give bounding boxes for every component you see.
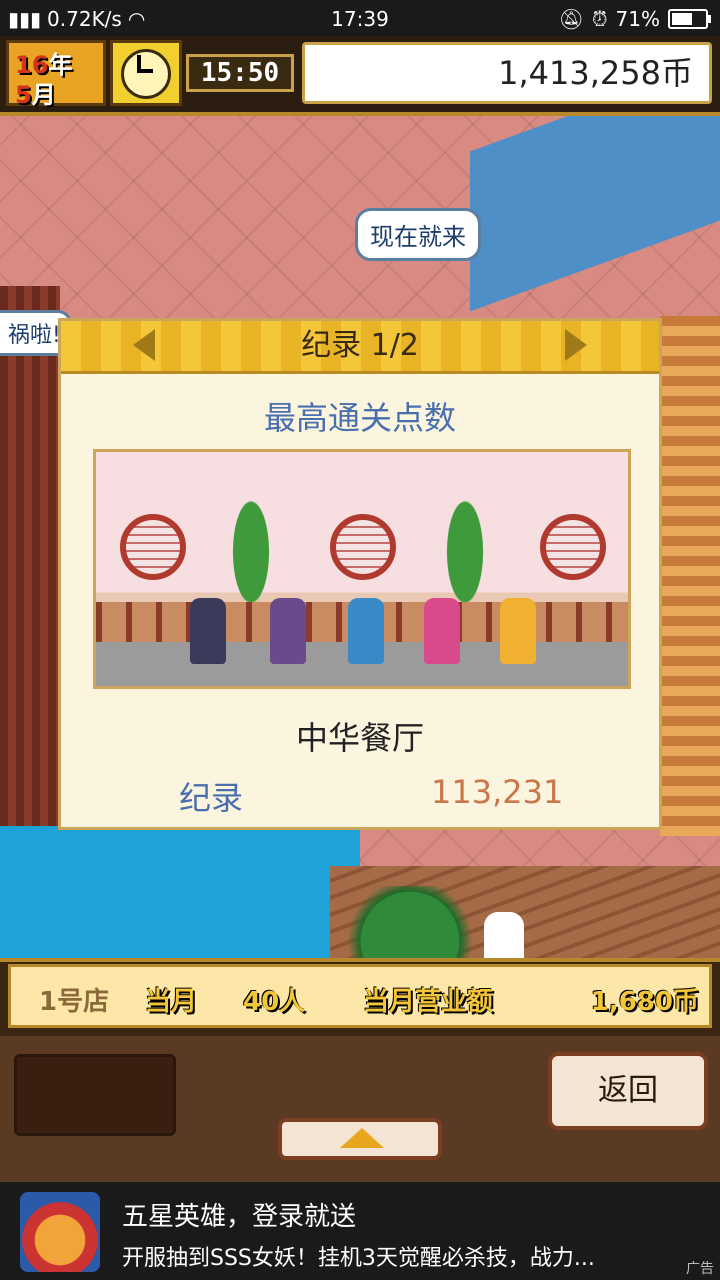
- left-building: [0, 286, 60, 826]
- sales-label: 当月营业额: [363, 987, 494, 1017]
- back-button[interactable]: 返回: [548, 1052, 708, 1130]
- restaurant-name: 中华餐厅: [295, 719, 424, 757]
- shop-name: 1号店: [39, 987, 110, 1017]
- bamboo-plant: [226, 482, 276, 622]
- shop-info[interactable]: 1号店 当月 40人 当月营业额 1,680币: [8, 964, 712, 1028]
- restaurant-picture: [93, 449, 631, 689]
- ad-title[interactable]: 五星英雄，登录就送: [122, 1196, 356, 1233]
- dialog-header: 纪录 1/2: [61, 321, 659, 374]
- alarm-icon: ⏰︎: [591, 7, 608, 31]
- month-label: 当月: [145, 987, 198, 1017]
- round-window: [540, 514, 606, 580]
- dialog-title: 纪录 1/2: [301, 328, 419, 363]
- next-page-arrow-icon[interactable]: [565, 329, 587, 361]
- sales-value: 1,680币: [590, 987, 699, 1017]
- status-right: 🔕︎ ⏰︎ 71%: [558, 7, 711, 31]
- expand-button[interactable]: [278, 1118, 442, 1160]
- battery-fill: [672, 13, 692, 25]
- record-dialog: 纪录 1/2 最高通关点数 中华餐厅 纪录 113,231: [58, 318, 662, 830]
- mute-icon: 🔕︎: [558, 7, 584, 31]
- prev-page-arrow-icon[interactable]: [133, 329, 155, 361]
- staff-character: [270, 598, 306, 664]
- round-window: [120, 514, 186, 580]
- staff-character: [424, 598, 460, 664]
- right-building: [660, 316, 720, 836]
- record-value: 113,231: [431, 773, 564, 811]
- staff-character: [190, 598, 226, 664]
- up-arrow-icon: [340, 1128, 384, 1148]
- visitor-count: 40人: [243, 987, 306, 1017]
- ad-tag: 广告: [686, 1261, 714, 1277]
- customer-speech-bubble: 现在就来: [355, 208, 481, 261]
- ad-game-icon[interactable]: [20, 1192, 100, 1272]
- record-label: 纪录: [179, 779, 244, 817]
- coins-display: 1,413,258币: [302, 42, 712, 104]
- battery-percent: 71%: [615, 7, 660, 31]
- game-time: 15:50: [186, 54, 294, 92]
- ad-description[interactable]: 开服抽到SSS女妖！挂机3天觉醒必杀技，战力...: [122, 1240, 670, 1272]
- staff-character: [348, 598, 384, 664]
- battery-icon: [668, 9, 711, 29]
- clock-icon: [110, 40, 182, 106]
- month-number: 5: [15, 81, 32, 109]
- menu-slot[interactable]: [14, 1054, 176, 1136]
- round-window: [330, 514, 396, 580]
- date-display: 16年 5月: [6, 40, 106, 109]
- dialog-subtitle: 最高通关点数: [263, 399, 456, 437]
- month-unit: 月: [31, 81, 56, 109]
- status-bar: ▮▮▮ 0.72K/s ◠ 17:39 🔕︎ ⏰︎ 71%: [0, 0, 720, 36]
- staff-character: [500, 598, 536, 664]
